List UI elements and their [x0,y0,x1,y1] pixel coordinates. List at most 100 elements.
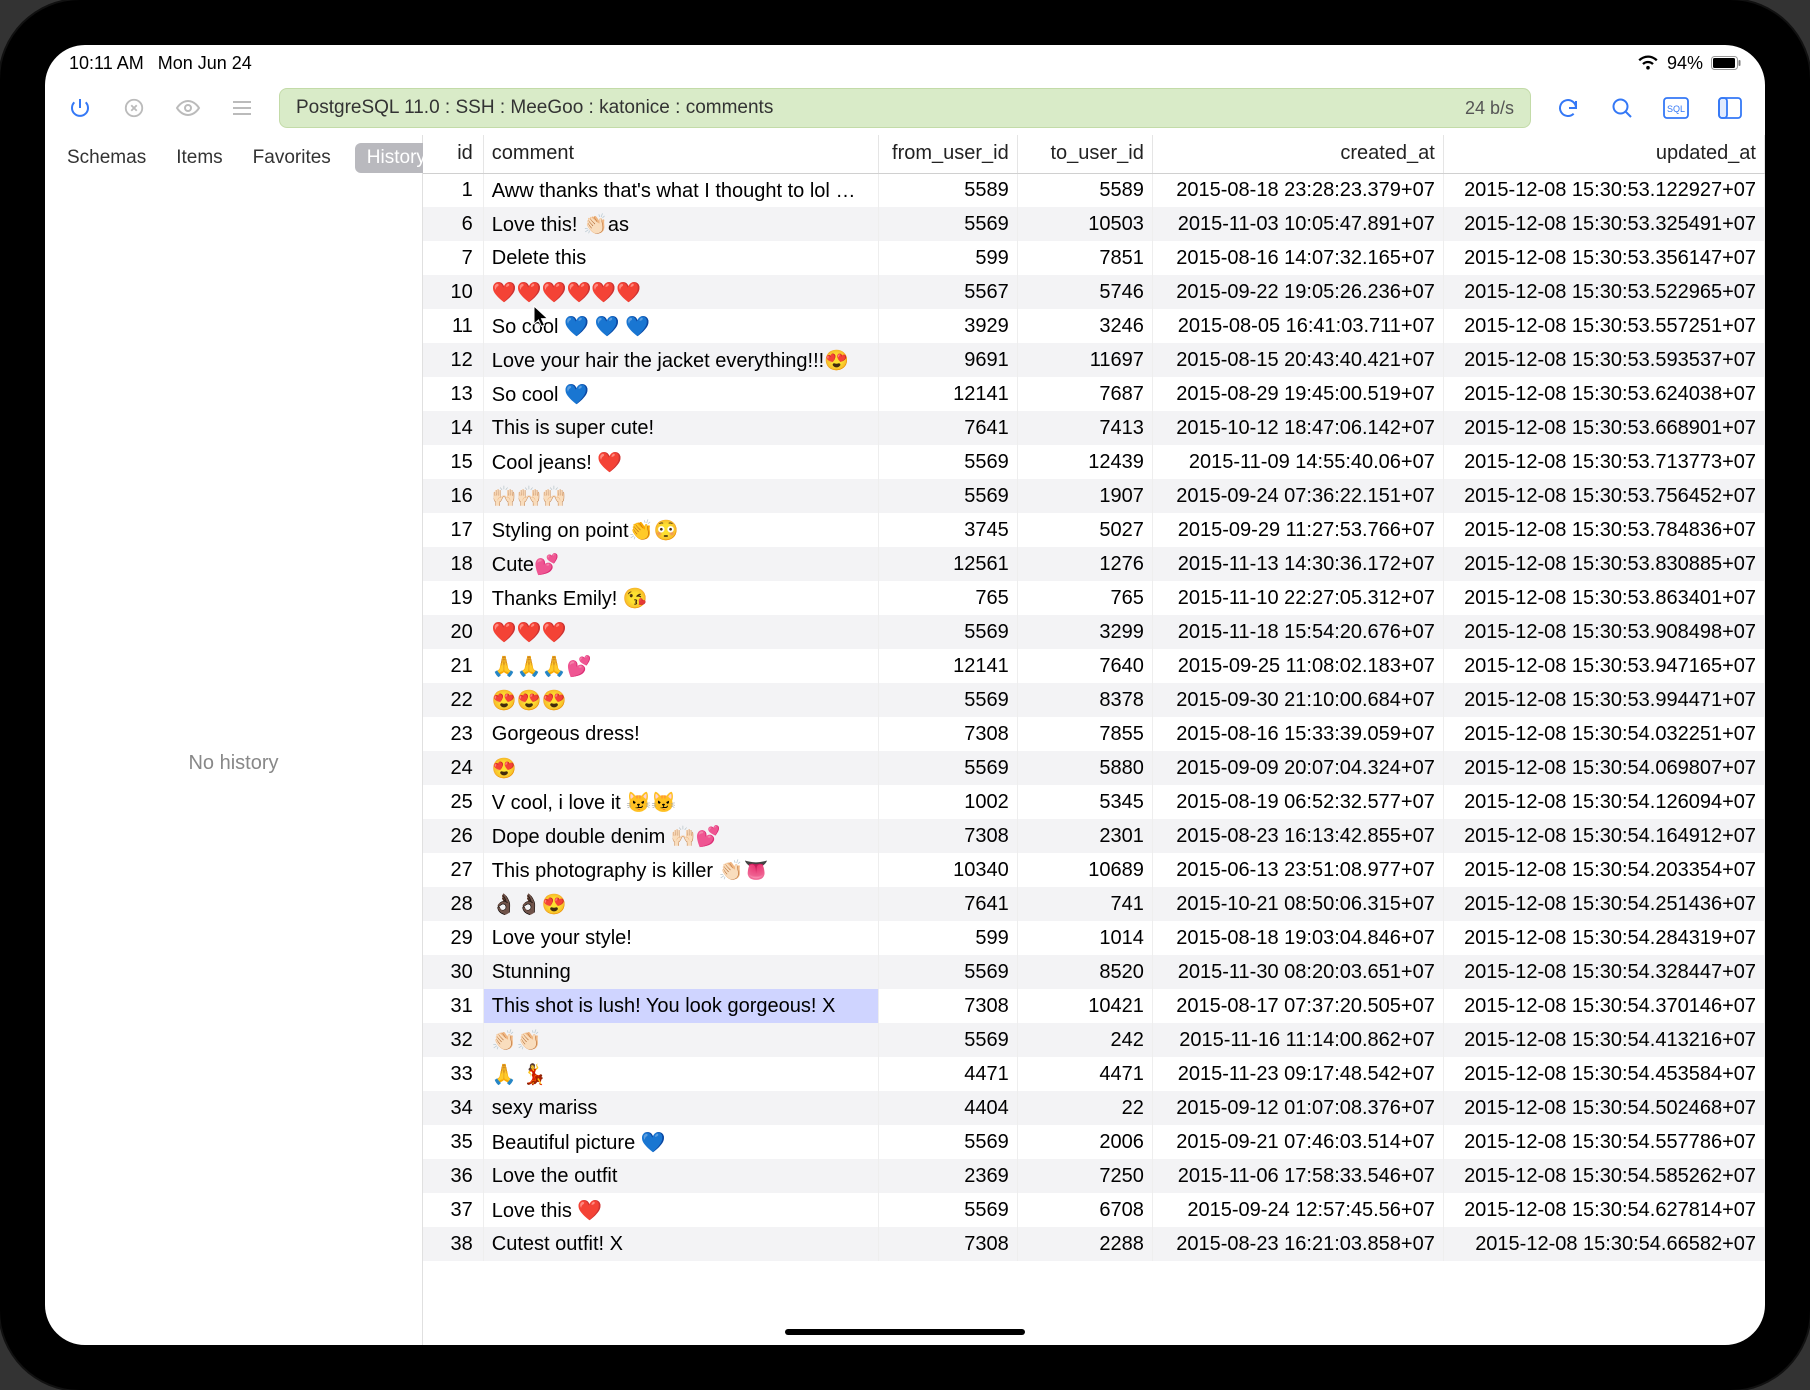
cell-to-user[interactable]: 741 [1017,887,1152,921]
cell-updated-at[interactable]: 2015-12-08 15:30:53.624038+07 [1443,377,1764,411]
table-row[interactable]: 24😍556958802015-09-09 20:07:04.324+07201… [423,751,1765,785]
cell-from-user[interactable]: 7308 [878,717,1017,751]
cell-updated-at[interactable]: 2015-12-08 15:30:54.627814+07 [1443,1193,1764,1227]
table-wrap[interactable]: 🔑 id comment from_user_id to_user_id cre… [423,135,1765,1345]
cell-created-at[interactable]: 2015-08-15 20:43:40.421+07 [1152,343,1443,377]
cell-to-user[interactable]: 10689 [1017,853,1152,887]
cell-comment[interactable]: Dope double denim 🙌🏻💕 [483,819,878,853]
cell-id[interactable]: 7 [423,241,483,275]
cell-id[interactable]: 32 [423,1023,483,1057]
cell-comment[interactable]: Styling on point👏😳 [483,513,878,547]
cell-comment[interactable]: 🙏 💃 [483,1057,878,1091]
cell-created-at[interactable]: 2015-11-10 22:27:05.312+07 [1152,581,1443,615]
cell-id[interactable]: 37 [423,1193,483,1227]
cell-comment[interactable]: ❤️❤️❤️❤️❤️❤️ [483,275,878,309]
cell-updated-at[interactable]: 2015-12-08 15:30:53.122927+07 [1443,173,1764,207]
cell-to-user[interactable]: 1907 [1017,479,1152,513]
cell-id[interactable]: 14 [423,411,483,445]
cell-id[interactable]: 23 [423,717,483,751]
cell-from-user[interactable]: 12141 [878,377,1017,411]
cell-created-at[interactable]: 2015-08-16 14:07:32.165+07 [1152,241,1443,275]
cell-to-user[interactable]: 10503 [1017,207,1152,241]
cell-from-user[interactable]: 5569 [878,207,1017,241]
table-row[interactable]: 33🙏 💃447144712015-11-23 09:17:48.542+072… [423,1057,1765,1091]
cell-from-user[interactable]: 7641 [878,411,1017,445]
cell-from-user[interactable]: 12561 [878,547,1017,581]
cell-id[interactable]: 10 [423,275,483,309]
cell-comment[interactable]: This is super cute! [483,411,878,445]
table-row[interactable]: 7Delete this59978512015-08-16 14:07:32.1… [423,241,1765,275]
cell-created-at[interactable]: 2015-10-12 18:47:06.142+07 [1152,411,1443,445]
cell-updated-at[interactable]: 2015-12-08 15:30:53.994471+07 [1443,683,1764,717]
cell-updated-at[interactable]: 2015-12-08 15:30:53.756452+07 [1443,479,1764,513]
table-row[interactable]: 23Gorgeous dress!730878552015-08-16 15:3… [423,717,1765,751]
cell-updated-at[interactable]: 2015-12-08 15:30:53.908498+07 [1443,615,1764,649]
cell-id[interactable]: 17 [423,513,483,547]
cell-updated-at[interactable]: 2015-12-08 15:30:53.593537+07 [1443,343,1764,377]
cell-comment[interactable]: Cutest outfit! X [483,1227,878,1261]
cancel-icon[interactable] [117,91,151,125]
cell-to-user[interactable]: 5880 [1017,751,1152,785]
cell-created-at[interactable]: 2015-11-13 14:30:36.172+07 [1152,547,1443,581]
tab-favorites[interactable]: Favorites [247,143,337,173]
cell-created-at[interactable]: 2015-11-23 09:17:48.542+07 [1152,1057,1443,1091]
cell-comment[interactable]: Love the outfit [483,1159,878,1193]
cell-from-user[interactable]: 12141 [878,649,1017,683]
cell-from-user[interactable]: 4471 [878,1057,1017,1091]
cell-to-user[interactable]: 765 [1017,581,1152,615]
cell-updated-at[interactable]: 2015-12-08 15:30:54.585262+07 [1443,1159,1764,1193]
cell-to-user[interactable]: 5027 [1017,513,1152,547]
cell-to-user[interactable]: 22 [1017,1091,1152,1125]
cell-to-user[interactable]: 3299 [1017,615,1152,649]
table-row[interactable]: 31This shot is lush! You look gorgeous! … [423,989,1765,1023]
cell-id[interactable]: 26 [423,819,483,853]
search-icon[interactable] [1605,91,1639,125]
cell-id[interactable]: 29 [423,921,483,955]
table-row[interactable]: 11So cool 💙 💙 💙392932462015-08-05 16:41:… [423,309,1765,343]
table-row[interactable]: 38Cutest outfit! X730822882015-08-23 16:… [423,1227,1765,1261]
cell-updated-at[interactable]: 2015-12-08 15:30:53.522965+07 [1443,275,1764,309]
cell-id[interactable]: 11 [423,309,483,343]
cell-created-at[interactable]: 2015-08-17 07:37:20.505+07 [1152,989,1443,1023]
col-id[interactable]: id [423,135,483,173]
cell-comment[interactable]: Cool jeans! ❤️ [483,445,878,479]
cell-created-at[interactable]: 2015-08-05 16:41:03.711+07 [1152,309,1443,343]
cell-updated-at[interactable]: 2015-12-08 15:30:54.557786+07 [1443,1125,1764,1159]
cell-comment[interactable]: 😍😍😍 [483,683,878,717]
cell-id[interactable]: 28 [423,887,483,921]
cell-comment[interactable]: 🙌🏻🙌🏻🙌🏻 [483,479,878,513]
cell-from-user[interactable]: 1002 [878,785,1017,819]
cell-to-user[interactable]: 5589 [1017,173,1152,207]
list-icon[interactable] [225,91,259,125]
cell-to-user[interactable]: 6708 [1017,1193,1152,1227]
cell-to-user[interactable]: 11697 [1017,343,1152,377]
cell-comment[interactable]: Aww thanks that's what I thought to lol … [483,173,878,207]
cell-updated-at[interactable]: 2015-12-08 15:30:54.328447+07 [1443,955,1764,989]
cell-to-user[interactable]: 2006 [1017,1125,1152,1159]
col-created-at[interactable]: created_at [1152,135,1443,173]
cell-created-at[interactable]: 2015-08-18 19:03:04.846+07 [1152,921,1443,955]
cell-updated-at[interactable]: 2015-12-08 15:30:54.164912+07 [1443,819,1764,853]
cell-comment[interactable]: V cool, i love it 😼😼 [483,785,878,819]
cell-from-user[interactable]: 3745 [878,513,1017,547]
cell-to-user[interactable]: 7855 [1017,717,1152,751]
table-row[interactable]: 27This photography is killer 👏🏻👅10340106… [423,853,1765,887]
cell-updated-at[interactable]: 2015-12-08 15:30:53.863401+07 [1443,581,1764,615]
cell-updated-at[interactable]: 2015-12-08 15:30:53.356147+07 [1443,241,1764,275]
cell-from-user[interactable]: 5569 [878,615,1017,649]
table-row[interactable]: 10❤️❤️❤️❤️❤️❤️556757462015-09-22 19:05:2… [423,275,1765,309]
cell-comment[interactable]: ❤️❤️❤️ [483,615,878,649]
cell-created-at[interactable]: 2015-11-30 08:20:03.651+07 [1152,955,1443,989]
cell-updated-at[interactable]: 2015-12-08 15:30:53.830885+07 [1443,547,1764,581]
cell-updated-at[interactable]: 2015-12-08 15:30:54.032251+07 [1443,717,1764,751]
cell-created-at[interactable]: 2015-09-24 07:36:22.151+07 [1152,479,1443,513]
cell-id[interactable]: 38 [423,1227,483,1261]
table-row[interactable]: 12Love your hair the jacket everything!!… [423,343,1765,377]
cell-comment[interactable]: Thanks Emily! 😘 [483,581,878,615]
col-to-user[interactable]: to_user_id [1017,135,1152,173]
cell-created-at[interactable]: 2015-09-12 01:07:08.376+07 [1152,1091,1443,1125]
cell-to-user[interactable]: 2301 [1017,819,1152,853]
cell-id[interactable]: 15 [423,445,483,479]
col-comment[interactable]: comment [483,135,878,173]
cell-from-user[interactable]: 7641 [878,887,1017,921]
